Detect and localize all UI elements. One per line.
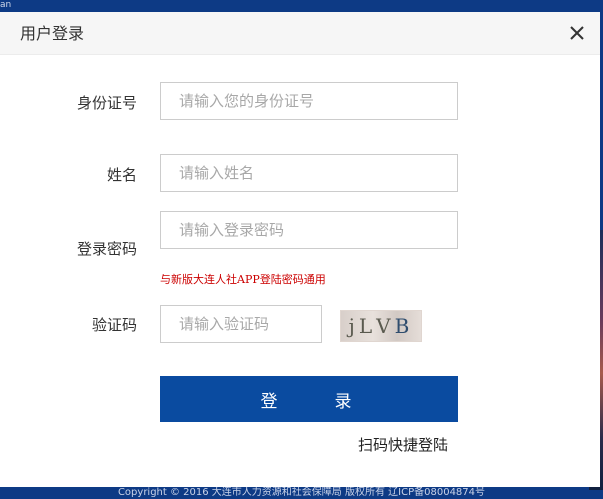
captcha-char: j [348, 314, 359, 338]
name-input[interactable] [160, 154, 458, 192]
captcha-image[interactable]: j L V B [340, 310, 422, 342]
footer-copyright: Copyright © 2016 大连市人力资源和社会保障局 版权所有 辽ICP… [117, 487, 486, 498]
background-corner-text: an [0, 0, 12, 10]
password-label: 登录密码 [76, 240, 137, 258]
captcha-char: L [358, 314, 377, 338]
captcha-char: V [376, 314, 395, 338]
close-icon[interactable] [568, 24, 586, 42]
id-number-input[interactable] [160, 82, 458, 120]
captcha-label: 验证码 [91, 316, 137, 334]
captcha-char: B [394, 314, 414, 338]
login-dialog: 用户登录 身份证号 姓名 登录密码 与新版大连人社APP登陆密码通用 验证码 j… [0, 12, 600, 487]
qr-login-link[interactable]: 扫码快捷登陆 [358, 434, 448, 455]
name-label: 姓名 [106, 166, 137, 184]
password-hint: 与新版大连人社APP登陆密码通用 [160, 273, 326, 286]
login-button[interactable]: 登 录 [160, 376, 458, 422]
password-input[interactable] [160, 211, 458, 249]
dialog-header: 用户登录 [0, 12, 600, 55]
id-number-label: 身份证号 [76, 94, 137, 112]
captcha-input[interactable] [160, 305, 322, 343]
dialog-title: 用户登录 [20, 24, 85, 43]
